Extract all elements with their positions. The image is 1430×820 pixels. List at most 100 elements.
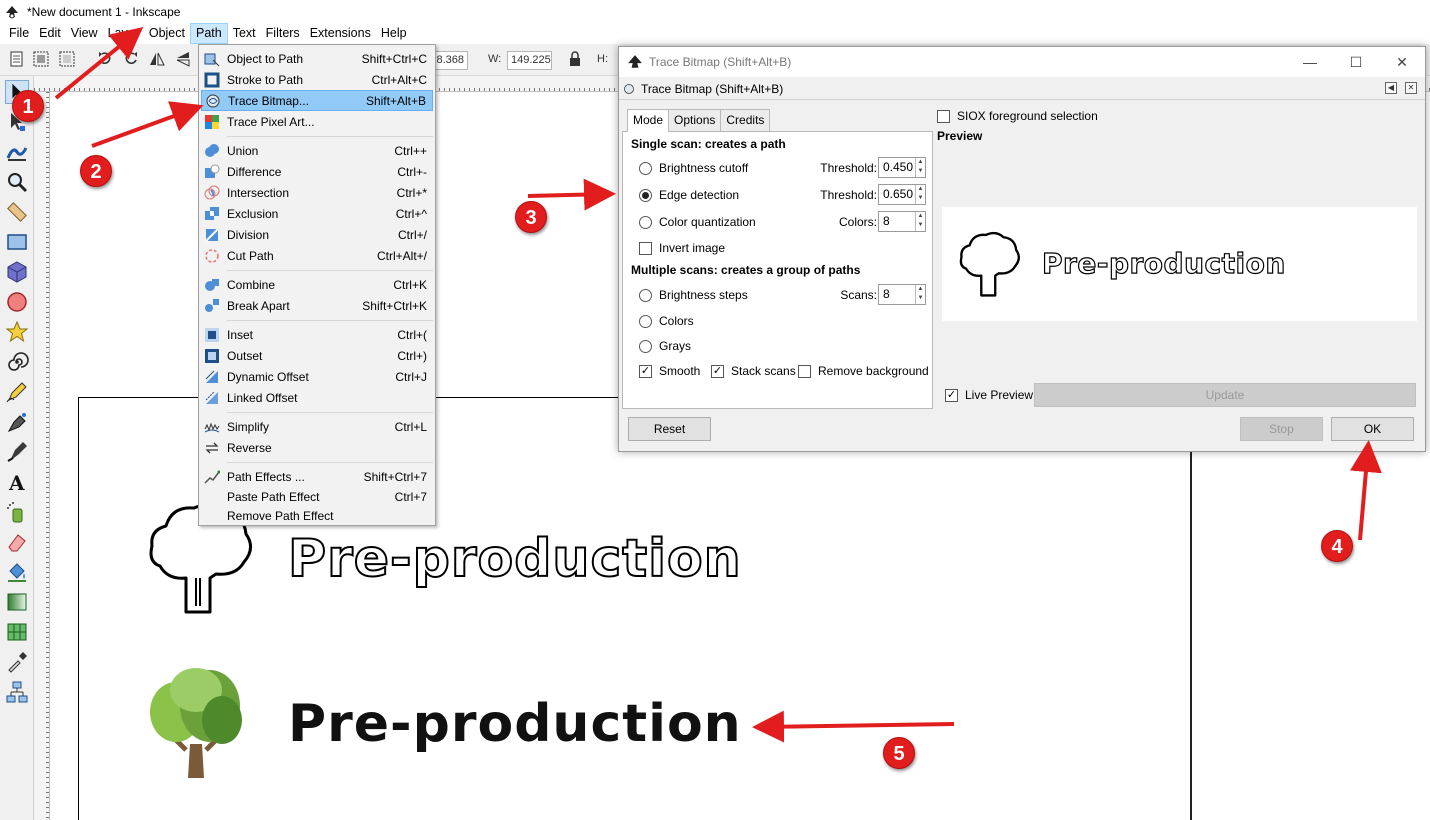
menu-item-difference[interactable]: Difference Ctrl+- <box>201 161 433 182</box>
menu-filters[interactable]: Filters <box>261 23 305 44</box>
rectangle-tool-icon[interactable] <box>5 230 29 254</box>
menu-item-dynamic-offset[interactable]: Dynamic Offset Ctrl+J <box>201 366 433 387</box>
menu-item-stroke-to-path[interactable]: Stroke to Path Ctrl+Alt+C <box>201 69 433 90</box>
edge-detection-radio[interactable] <box>639 188 652 202</box>
colors-option[interactable]: Colors <box>639 314 694 328</box>
star-tool-icon[interactable] <box>5 320 29 344</box>
lock-proportions-icon[interactable] <box>566 50 584 68</box>
menu-item-remove-path-effect[interactable]: Remove Path Effect <box>201 505 433 526</box>
remove-background-checkbox[interactable] <box>798 364 811 378</box>
width-field[interactable]: 149.225 <box>507 51 552 70</box>
menu-extensions[interactable]: Extensions <box>305 23 376 44</box>
calligraphy-tool-icon[interactable] <box>5 440 29 464</box>
pen-tool-icon[interactable] <box>5 410 29 434</box>
eraser-tool-icon[interactable] <box>5 530 29 554</box>
brightness-cutoff-option[interactable]: Brightness cutoff <box>639 161 748 175</box>
menu-view[interactable]: View <box>66 23 103 44</box>
original-tree-bitmap[interactable] <box>146 664 246 780</box>
spiral-tool-icon[interactable] <box>5 350 29 374</box>
remove-background-option[interactable]: Remove background <box>798 364 929 378</box>
rotate-ccw-icon[interactable] <box>96 50 114 68</box>
tweak-tool-icon[interactable] <box>5 140 29 164</box>
menu-help[interactable]: Help <box>376 23 412 44</box>
menu-edit[interactable]: Edit <box>34 23 66 44</box>
maximize-icon[interactable]: ☐ <box>1333 47 1379 77</box>
close-icon[interactable]: ✕ <box>1379 47 1425 77</box>
paint-bucket-tool-icon[interactable] <box>5 560 29 584</box>
connector-tool-icon[interactable] <box>5 680 29 704</box>
edge-detection-option[interactable]: Edge detection <box>639 188 739 202</box>
smooth-option[interactable]: ✓ Smooth <box>639 364 700 378</box>
stack-scans-option[interactable]: ✓ Stack scans <box>711 364 796 378</box>
ok-button[interactable]: OK <box>1331 417 1414 441</box>
text-tool-icon[interactable]: A <box>5 470 29 494</box>
color-quantization-option[interactable]: Color quantization <box>639 215 756 229</box>
rotate-cw-icon[interactable] <box>122 50 140 68</box>
ellipse-tool-icon[interactable] <box>5 290 29 314</box>
menu-item-simplify[interactable]: Simplify Ctrl+L <box>201 416 433 437</box>
live-preview-checkbox[interactable]: ✓ <box>945 388 958 402</box>
panel-close-icon[interactable]: ✕ <box>1405 82 1417 94</box>
brightness-threshold-spinner[interactable]: 0.450 ▲ ▼ <box>878 157 926 178</box>
spinner-arrows-icon[interactable]: ▲ ▼ <box>915 212 925 231</box>
menu-object[interactable]: Object <box>144 23 190 44</box>
menu-item-object-to-path[interactable]: Object to Path Shift+Ctrl+C <box>201 48 433 69</box>
minimize-icon[interactable]: — <box>1287 47 1333 77</box>
menu-item-union[interactable]: Union Ctrl++ <box>201 140 433 161</box>
pencil-tool-icon[interactable] <box>5 380 29 404</box>
dialog-title-bar[interactable]: Trace Bitmap (Shift+Alt+B) — ☐ ✕ <box>619 47 1425 77</box>
menu-item-trace-bitmap[interactable]: Trace Bitmap... Shift+Alt+B <box>201 90 433 111</box>
measure-tool-icon[interactable] <box>5 200 29 224</box>
menu-item-path-effects[interactable]: Path Effects ... Shift+Ctrl+7 <box>201 466 433 487</box>
vertical-ruler[interactable] <box>34 92 50 820</box>
brightness-steps-option[interactable]: Brightness steps <box>639 288 748 302</box>
menu-path[interactable]: Path <box>190 23 228 44</box>
traced-text-outline[interactable]: Pre-production <box>287 528 742 590</box>
deselect-icon[interactable] <box>58 50 76 68</box>
menu-item-exclusion[interactable]: Exclusion Ctrl+^ <box>201 203 433 224</box>
select-all-layers-icon[interactable] <box>32 50 50 68</box>
menu-item-cut-path[interactable]: Cut Path Ctrl+Alt+/ <box>201 245 433 266</box>
scans-count-spinner[interactable]: 8 ▲ ▼ <box>878 284 926 305</box>
select-all-icon[interactable] <box>8 50 26 68</box>
invert-image-option[interactable]: Invert image <box>639 241 725 255</box>
smooth-checkbox[interactable]: ✓ <box>639 364 652 378</box>
mesh-tool-icon[interactable] <box>5 620 29 644</box>
colors-count-spinner[interactable]: 8 ▲ ▼ <box>878 211 926 232</box>
menu-item-outset[interactable]: Outset Ctrl+) <box>201 345 433 366</box>
spray-tool-icon[interactable] <box>5 500 29 524</box>
tab-options[interactable]: Options <box>668 109 722 131</box>
dropper-tool-icon[interactable] <box>5 650 29 674</box>
reset-button[interactable]: Reset <box>628 417 711 441</box>
spinner-arrows-icon[interactable]: ▲ ▼ <box>915 158 925 177</box>
siox-option[interactable]: SIOX foreground selection <box>937 109 1098 123</box>
tab-credits[interactable]: Credits <box>720 109 771 131</box>
menu-layer[interactable]: Layer <box>103 23 144 44</box>
menu-text[interactable]: Text <box>228 23 261 44</box>
menu-item-combine[interactable]: Combine Ctrl+K <box>201 274 433 295</box>
stack-scans-checkbox[interactable]: ✓ <box>711 364 724 378</box>
menu-item-intersection[interactable]: Intersection Ctrl+* <box>201 182 433 203</box>
colors-radio[interactable] <box>639 314 652 328</box>
menu-item-division[interactable]: Division Ctrl+/ <box>201 224 433 245</box>
flip-vertical-icon[interactable] <box>174 50 192 68</box>
menu-item-linked-offset[interactable]: Linked Offset <box>201 387 433 408</box>
menu-file[interactable]: File <box>4 23 34 44</box>
menu-item-reverse[interactable]: Reverse <box>201 437 433 458</box>
spinner-arrows-icon[interactable]: ▲ ▼ <box>915 285 925 304</box>
zoom-tool-icon[interactable] <box>5 170 29 194</box>
brightness-cutoff-radio[interactable] <box>639 161 652 175</box>
invert-image-checkbox[interactable] <box>639 241 652 255</box>
grays-option[interactable]: Grays <box>639 339 691 353</box>
spinner-arrows-icon[interactable]: ▲ ▼ <box>915 185 925 204</box>
menu-item-trace-pixel-art[interactable]: Trace Pixel Art... <box>201 111 433 132</box>
stop-button[interactable]: Stop <box>1240 417 1323 441</box>
menu-item-inset[interactable]: Inset Ctrl+( <box>201 324 433 345</box>
grays-radio[interactable] <box>639 339 652 353</box>
menu-item-paste-path-effect[interactable]: Paste Path Effect Ctrl+7 <box>201 486 433 507</box>
original-text-bitmap[interactable]: Pre-production <box>288 694 742 754</box>
dock-arrow-icon[interactable]: ◀ <box>1385 82 1397 94</box>
gradient-tool-icon[interactable] <box>5 590 29 614</box>
3d-box-tool-icon[interactable] <box>5 260 29 284</box>
update-button[interactable]: Update <box>1034 383 1416 407</box>
